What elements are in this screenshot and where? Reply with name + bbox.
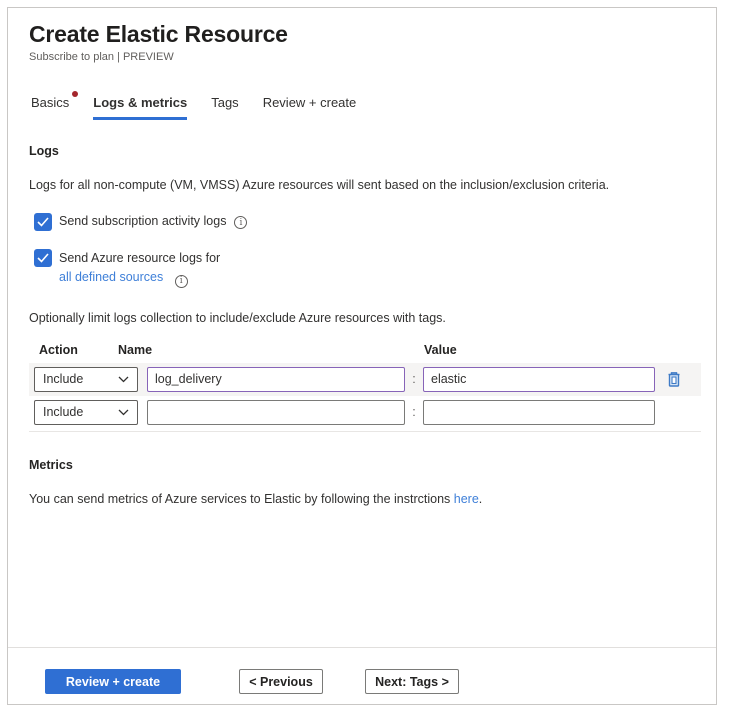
activity-logs-row: Send subscription activity logs bbox=[29, 213, 695, 231]
table-row: Include : bbox=[29, 363, 701, 396]
metrics-description: You can send metrics of Azure services t… bbox=[29, 492, 695, 506]
delete-row-button[interactable] bbox=[664, 369, 684, 389]
footer-actions: Review + create < Previous Next: Tags > bbox=[45, 669, 459, 694]
name-value-separator: : bbox=[412, 405, 416, 419]
action-select[interactable]: Include bbox=[34, 400, 138, 425]
action-select[interactable]: Include bbox=[34, 367, 138, 392]
tab-tags[interactable]: Tags bbox=[211, 95, 238, 120]
tag-name-input[interactable] bbox=[147, 367, 405, 392]
metrics-here-link[interactable]: here bbox=[454, 492, 479, 506]
logs-description: Logs for all non-compute (VM, VMSS) Azur… bbox=[29, 178, 695, 192]
tab-review-create[interactable]: Review + create bbox=[263, 95, 357, 120]
activity-logs-label: Send subscription activity logs bbox=[59, 214, 226, 228]
value-column-header: Value bbox=[424, 343, 457, 357]
info-icon[interactable] bbox=[234, 216, 247, 229]
create-elastic-resource-panel: Create Elastic Resource Subscribe to pla… bbox=[7, 7, 717, 705]
page-subtitle: Subscribe to plan | PREVIEW bbox=[29, 51, 695, 63]
tag-table-header: Action Name Value bbox=[29, 343, 695, 357]
tag-value-input[interactable] bbox=[423, 367, 655, 392]
tab-bar: Basics Logs & metrics Tags Review + crea… bbox=[29, 95, 695, 120]
check-icon bbox=[37, 217, 49, 227]
tab-basics[interactable]: Basics bbox=[31, 95, 69, 120]
next-tags-button[interactable]: Next: Tags > bbox=[365, 669, 459, 694]
action-column-header: Action bbox=[39, 343, 118, 357]
tag-name-input[interactable] bbox=[147, 400, 405, 425]
all-defined-sources-link[interactable]: all defined sources bbox=[59, 270, 163, 284]
resource-logs-row: Send Azure resource logs for all defined… bbox=[29, 249, 695, 288]
chevron-down-icon bbox=[118, 409, 129, 416]
metrics-section-title: Metrics bbox=[29, 458, 695, 472]
check-icon bbox=[37, 253, 49, 263]
tag-filter-table: Action Name Value Include : bbox=[29, 343, 695, 432]
review-create-button[interactable]: Review + create bbox=[45, 669, 181, 694]
info-icon[interactable] bbox=[175, 275, 188, 288]
tag-value-input[interactable] bbox=[423, 400, 655, 425]
previous-button[interactable]: < Previous bbox=[239, 669, 323, 694]
table-bottom-divider bbox=[29, 431, 701, 432]
error-dot-icon bbox=[72, 91, 78, 97]
resource-logs-label: Send Azure resource logs for bbox=[59, 251, 220, 265]
activity-logs-checkbox[interactable] bbox=[34, 213, 52, 231]
page-title: Create Elastic Resource bbox=[29, 21, 695, 48]
tab-logs-metrics[interactable]: Logs & metrics bbox=[93, 95, 187, 120]
footer-divider bbox=[8, 647, 716, 648]
filter-hint: Optionally limit logs collection to incl… bbox=[29, 311, 695, 325]
table-row: Include : bbox=[29, 396, 701, 429]
chevron-down-icon bbox=[118, 376, 129, 383]
resource-logs-checkbox[interactable] bbox=[34, 249, 52, 267]
name-column-header: Name bbox=[118, 343, 424, 357]
name-value-separator: : bbox=[412, 372, 416, 386]
trash-icon bbox=[666, 370, 682, 388]
logs-section-title: Logs bbox=[29, 144, 695, 158]
